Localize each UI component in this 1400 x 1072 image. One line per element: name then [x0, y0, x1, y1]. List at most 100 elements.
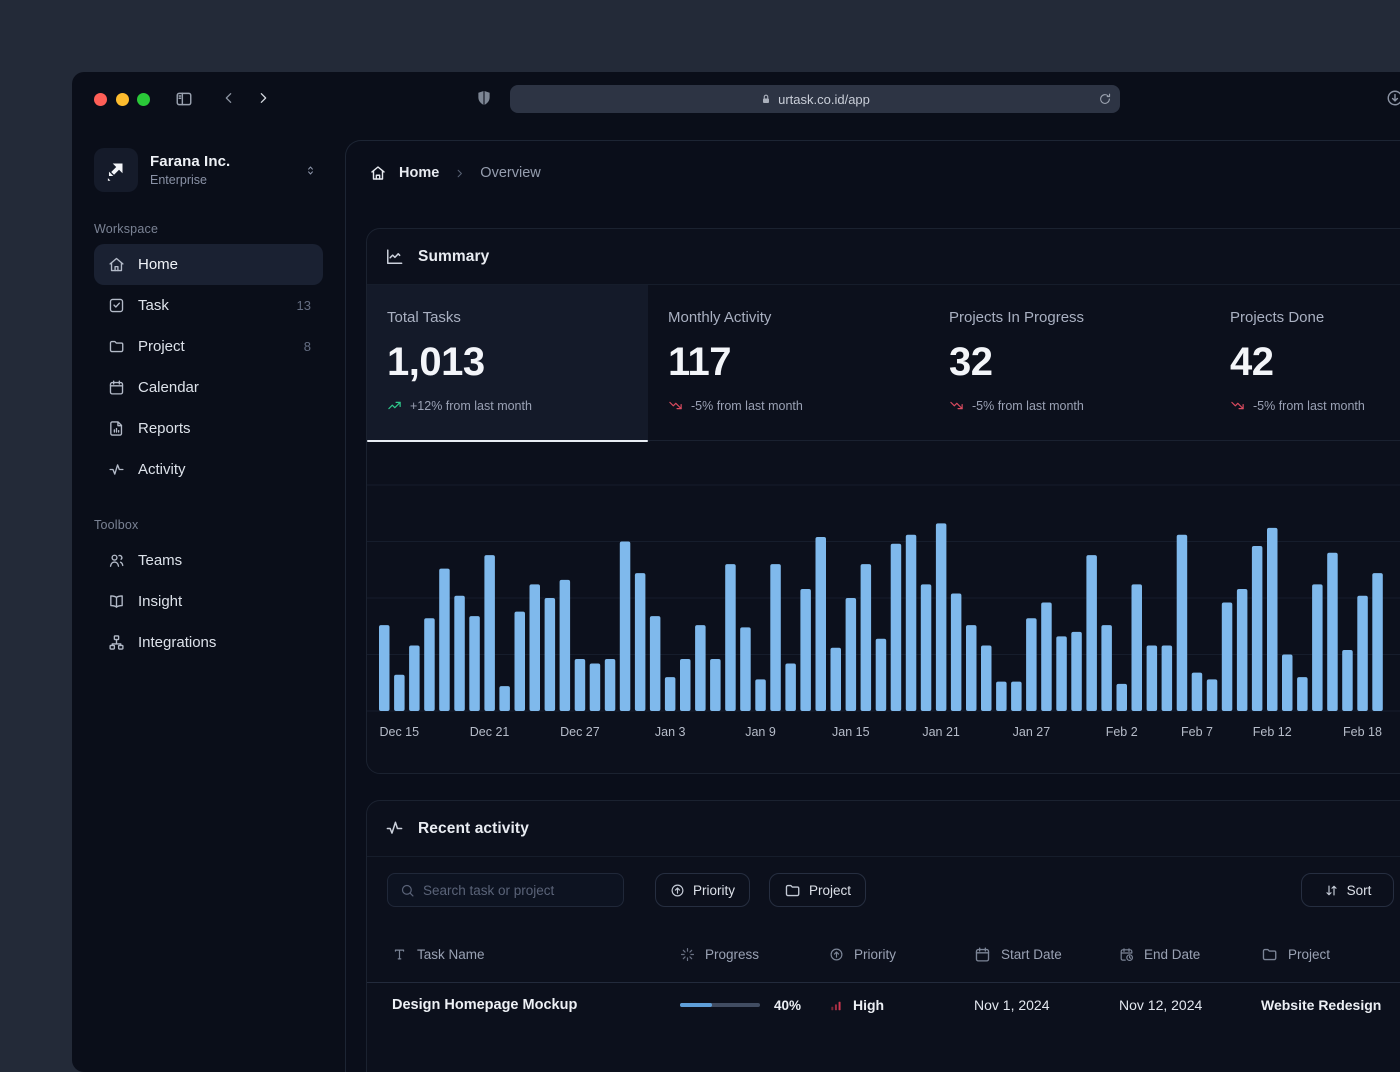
progress-bar [680, 1003, 760, 1007]
minimize-window-button[interactable] [116, 93, 129, 106]
column-header-progress[interactable]: Progress [680, 947, 829, 962]
summary-title: Summary [418, 248, 489, 266]
zoom-window-button[interactable] [137, 93, 150, 106]
activity-pulse-icon [385, 819, 404, 838]
org-logo [94, 148, 138, 192]
sidebar-item-label: Activity [138, 461, 186, 478]
column-header-priority[interactable]: Priority [829, 947, 974, 962]
task-icon [108, 297, 125, 314]
column-header-end-date[interactable]: End Date [1119, 947, 1261, 962]
stat-card-projects-in-progress[interactable]: Projects In Progress 32 -5% from last mo… [929, 285, 1210, 440]
sidebar-item-insight[interactable]: Insight [94, 581, 323, 622]
activity-bar-chart: Dec 15Dec 21Dec 27Jan 3Jan 9Jan 15Jan 21… [367, 441, 1400, 772]
stat-delta: -5% from last month [972, 399, 1084, 413]
reload-icon[interactable] [1098, 92, 1112, 106]
sidebar: Farana Inc. Enterprise Workspace Home Ta… [72, 126, 345, 1072]
back-icon[interactable] [221, 90, 237, 106]
svg-text:Feb 12: Feb 12 [1253, 725, 1292, 739]
sidebar-item-task[interactable]: Task 13 [94, 285, 323, 326]
sidebar-item-label: Integrations [138, 634, 216, 651]
breadcrumb-home[interactable]: Home [369, 164, 439, 182]
column-label: Start Date [1001, 947, 1062, 962]
sidebar-item-label: Reports [138, 420, 191, 437]
column-label: Task Name [417, 947, 485, 962]
forward-icon[interactable] [255, 90, 271, 106]
shield-icon[interactable] [475, 89, 493, 107]
task-search-input[interactable] [423, 883, 611, 898]
address-bar[interactable]: urtask.co.id/app [510, 85, 1120, 113]
sidebar-nav: Workspace Home Task13 Project8 Calendar … [94, 222, 323, 663]
browser-toolbar: urtask.co.id/app [72, 72, 1400, 126]
sidebar-toggle-icon[interactable] [175, 90, 193, 108]
table-row[interactable]: Design Homepage Mockup 40% High Nov 1, 2… [367, 983, 1400, 1027]
url-text: urtask.co.id/app [778, 92, 870, 107]
sidebar-item-project[interactable]: Project8 [94, 326, 323, 367]
stat-delta: +12% from last month [410, 399, 532, 413]
count-badge: 13 [297, 298, 311, 313]
priority-filter-button[interactable]: Priority [655, 873, 750, 907]
svg-text:Jan 3: Jan 3 [655, 725, 686, 739]
home-icon [108, 256, 125, 273]
stat-value: 32 [949, 340, 1190, 385]
loader-icon [680, 947, 695, 962]
breadcrumb: Home Overview [369, 141, 541, 205]
column-header-project[interactable]: Project [1261, 946, 1400, 963]
desktop: { "browser": { "url": "urtask.co.id/app"… [0, 0, 1400, 1000]
close-window-button[interactable] [94, 93, 107, 106]
sidebar-section-label: Toolbox [94, 518, 323, 532]
column-label: Project [1288, 947, 1330, 962]
chevrons-up-down-icon[interactable] [304, 164, 317, 177]
sidebar-item-label: Insight [138, 593, 182, 610]
column-label: Progress [705, 947, 759, 962]
sidebar-item-home[interactable]: Home [94, 244, 323, 285]
cell-start-date: Nov 1, 2024 [974, 997, 1119, 1013]
column-header-start-date[interactable]: Start Date [974, 946, 1119, 963]
project-filter-button[interactable]: Project [769, 873, 866, 907]
cell-task-name: Design Homepage Mockup [392, 997, 680, 1013]
recent-activity-title: Recent activity [418, 820, 529, 838]
trend-down-icon [949, 398, 964, 413]
stat-label: Projects In Progress [949, 309, 1190, 326]
bar-chart-svg: Dec 15Dec 21Dec 27Jan 3Jan 9Jan 15Jan 21… [367, 441, 1400, 772]
svg-text:Jan 9: Jan 9 [745, 725, 776, 739]
svg-text:Dec 21: Dec 21 [470, 725, 510, 739]
table-body: Design Homepage Mockup 40% High Nov 1, 2… [367, 983, 1400, 1027]
org-plan: Enterprise [150, 173, 230, 187]
sidebar-item-label: Task [138, 297, 169, 314]
recent-activity-panel: Recent activity Priority Project [366, 800, 1400, 1072]
sidebar-item-reports[interactable]: Reports [94, 408, 323, 449]
org-switcher[interactable]: Farana Inc. Enterprise [94, 146, 323, 194]
stat-card-total-tasks[interactable]: Total Tasks 1,013 +12% from last month [367, 285, 648, 440]
stats-row: Total Tasks 1,013 +12% from last monthMo… [367, 285, 1400, 441]
cell-project: Website Redesign [1261, 997, 1400, 1013]
sidebar-item-teams[interactable]: Teams [94, 540, 323, 581]
sidebar-section-label: Workspace [94, 222, 323, 236]
stat-label: Monthly Activity [668, 309, 909, 326]
sidebar-item-calendar[interactable]: Calendar [94, 367, 323, 408]
chart-line-icon [385, 247, 404, 266]
task-search[interactable] [387, 873, 624, 907]
svg-text:Dec 15: Dec 15 [379, 725, 419, 739]
stat-delta: -5% from last month [1253, 399, 1365, 413]
svg-text:Jan 27: Jan 27 [1013, 725, 1051, 739]
book-icon [108, 593, 125, 610]
stat-value: 117 [668, 340, 909, 385]
sidebar-item-integrations[interactable]: Integrations [94, 622, 323, 663]
sort-button[interactable]: Sort [1301, 873, 1394, 907]
main-panel: Home Overview Summary Total Tasks 1,013 … [345, 140, 1400, 1072]
svg-text:Dec 27: Dec 27 [560, 725, 600, 739]
text-icon [392, 947, 407, 962]
sidebar-item-label: Project [138, 338, 185, 355]
stat-card-monthly-activity[interactable]: Monthly Activity 117 -5% from last month [648, 285, 929, 440]
org-name: Farana Inc. [150, 153, 230, 170]
app: Farana Inc. Enterprise Workspace Home Ta… [72, 126, 1400, 1072]
priority-value: High [853, 997, 884, 1013]
sidebar-item-activity[interactable]: Activity [94, 449, 323, 490]
calendar-icon [108, 379, 125, 396]
sidebar-item-label: Home [138, 256, 178, 273]
stat-card-projects-done[interactable]: Projects Done 42 -5% from last month [1210, 285, 1400, 440]
users-icon [108, 552, 125, 569]
column-header-task-name[interactable]: Task Name [392, 947, 680, 962]
priority-icon [829, 947, 844, 962]
download-icon[interactable] [1386, 89, 1400, 107]
